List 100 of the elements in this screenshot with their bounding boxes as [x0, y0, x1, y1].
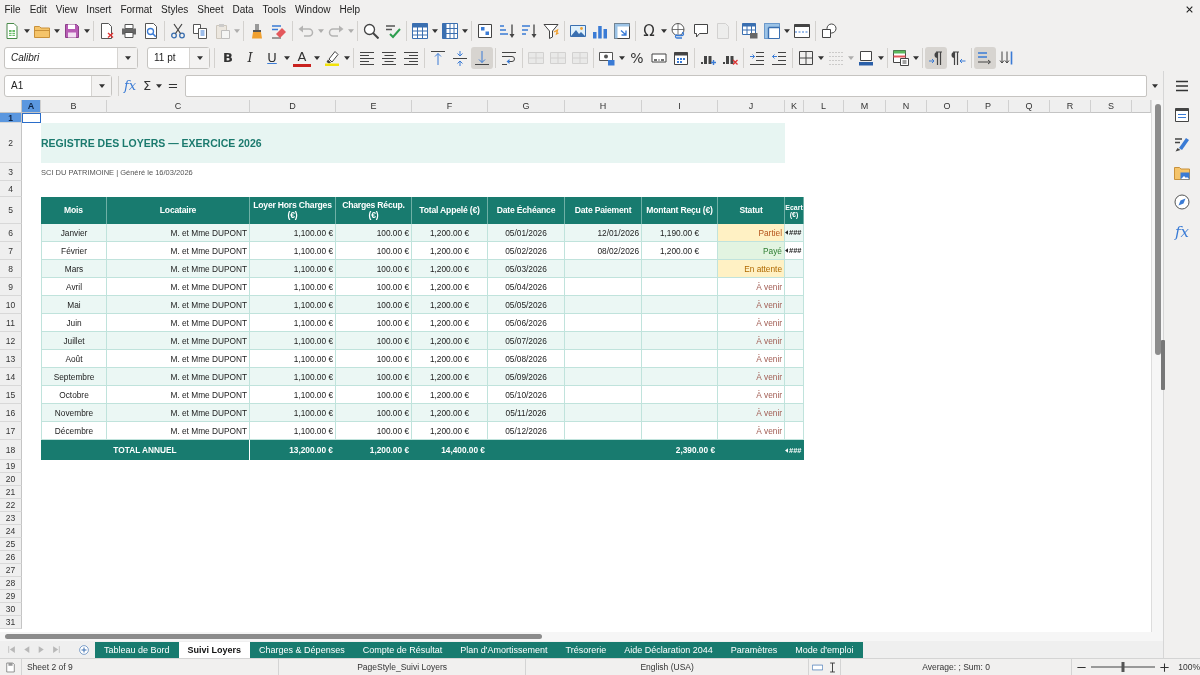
align-left-icon[interactable] [359, 49, 375, 66]
bold-button[interactable]: B [217, 46, 239, 69]
wrap-text-icon[interactable] [501, 49, 517, 66]
caret-icon[interactable] [344, 55, 350, 60]
caret-icon[interactable] [878, 55, 884, 60]
row-header[interactable]: 2 [0, 123, 22, 163]
row-header[interactable]: 19 [0, 460, 22, 473]
caret-icon[interactable] [196, 55, 203, 60]
row-header[interactable]: 17 [0, 422, 22, 440]
rows-icon[interactable] [412, 23, 428, 39]
row-header[interactable]: 27 [0, 564, 22, 577]
row-header[interactable]: 16 [0, 404, 22, 422]
caret-icon[interactable] [54, 29, 60, 33]
row-header[interactable]: 24 [0, 525, 22, 538]
currency-icon[interactable] [599, 49, 615, 66]
caret-icon[interactable] [156, 83, 162, 88]
scrollbar-thumb[interactable] [1154, 104, 1161, 355]
export-pdf-icon[interactable] [99, 23, 115, 39]
row-header[interactable]: 9 [0, 278, 22, 296]
row-header[interactable]: 6 [0, 224, 22, 242]
sort-icon[interactable] [477, 23, 493, 39]
formula-button[interactable]: = [165, 74, 181, 97]
sheet-tab[interactable]: Trésorerie [556, 641, 616, 658]
caret-icon[interactable] [784, 29, 790, 33]
menu-item[interactable]: Tools [258, 1, 291, 17]
find-replace-icon[interactable] [363, 23, 379, 39]
row-header[interactable]: 22 [0, 499, 22, 512]
zoom-in-icon[interactable] [1159, 661, 1171, 673]
row-header[interactable]: 3 [0, 163, 22, 181]
shapes-icon[interactable] [821, 23, 837, 39]
row-header[interactable]: 26 [0, 551, 22, 564]
italic-button[interactable]: I [239, 46, 261, 69]
font-size-field[interactable]: 11 pt [147, 46, 210, 69]
sort-descending-icon[interactable] [521, 23, 537, 39]
menu-icon[interactable] [1174, 78, 1190, 94]
column-header[interactable]: G [488, 100, 565, 113]
sheet-tab[interactable]: Suivi Loyers [178, 641, 251, 658]
functions-button[interactable]: fx [1171, 223, 1193, 241]
menu-item[interactable]: Sheet [192, 1, 228, 17]
row-header[interactable]: 25 [0, 538, 22, 551]
column-header[interactable]: A [22, 100, 41, 113]
align-center-icon[interactable] [381, 49, 397, 66]
pivot-table-icon[interactable] [614, 23, 630, 39]
zoom-percentage[interactable]: 100% [1178, 662, 1200, 672]
column-header[interactable]: F [412, 100, 488, 113]
row-header[interactable]: 18 [0, 440, 22, 460]
percent-button[interactable]: % [626, 46, 648, 69]
column-header[interactable]: S [1091, 100, 1132, 113]
row-header[interactable]: 10 [0, 296, 22, 314]
caret-icon[interactable] [98, 83, 105, 88]
row-header[interactable]: 21 [0, 486, 22, 499]
new-spreadsheet-icon[interactable] [4, 23, 20, 39]
caret-icon[interactable] [1152, 83, 1158, 88]
conditional-format-icon[interactable] [893, 49, 909, 66]
close-icon[interactable] [1185, 4, 1194, 14]
row-header[interactable]: 28 [0, 577, 22, 590]
properties-icon[interactable] [1174, 107, 1190, 123]
caret-icon[interactable] [661, 29, 667, 33]
column-header[interactable]: D [250, 100, 336, 113]
font-name-field[interactable]: Calibri [4, 46, 138, 69]
clear-formatting-icon[interactable] [271, 23, 287, 39]
caret-icon[interactable] [24, 29, 30, 33]
row-header[interactable]: 11 [0, 314, 22, 332]
zoom-slider-thumb[interactable] [1121, 662, 1125, 672]
print-preview-icon[interactable] [143, 23, 159, 39]
column-header[interactable]: C [107, 100, 250, 113]
paintbrush-icon[interactable] [249, 23, 265, 39]
column-header[interactable]: L [804, 100, 844, 113]
align-bottom-icon[interactable] [471, 46, 493, 69]
sheet-tab[interactable]: Aide Déclaration 2044 [615, 641, 722, 658]
caret-icon[interactable] [913, 55, 919, 60]
indent-icon[interactable] [749, 49, 765, 66]
column-header[interactable]: I [642, 100, 718, 113]
cut-icon[interactable] [170, 23, 186, 39]
column-header[interactable]: K [785, 100, 804, 113]
column-header[interactable]: R [1050, 100, 1091, 113]
copy-icon[interactable] [192, 23, 208, 39]
split-window-icon[interactable] [794, 23, 810, 39]
row-header[interactable]: 12 [0, 332, 22, 350]
row-header[interactable]: 23 [0, 512, 22, 525]
comment-icon[interactable] [693, 23, 709, 39]
scrollbar-thumb[interactable] [5, 634, 542, 639]
special-character-button[interactable]: Ω [638, 20, 660, 42]
menu-item[interactable]: Window [290, 1, 335, 17]
column-header[interactable]: N [886, 100, 927, 113]
sidebar-grip[interactable] [1161, 340, 1165, 390]
image-icon[interactable] [570, 23, 586, 39]
filter-icon[interactable] [543, 23, 559, 39]
gallery-icon[interactable] [1174, 165, 1190, 181]
sheet-tab[interactable]: Compte de Résultat [353, 641, 452, 658]
navigator-icon[interactable] [1174, 194, 1190, 210]
highlighter-icon[interactable] [324, 49, 340, 66]
row-header[interactable]: 13 [0, 350, 22, 368]
row-header[interactable]: 29 [0, 590, 22, 603]
freeze-panes-icon[interactable] [764, 23, 780, 39]
caret-icon[interactable] [124, 55, 131, 60]
sheet-tab[interactable]: Mode d'emploi [786, 641, 863, 658]
vertical-text-icon[interactable] [999, 49, 1015, 66]
row-header[interactable]: 15 [0, 386, 22, 404]
borders-icon[interactable] [798, 49, 814, 66]
